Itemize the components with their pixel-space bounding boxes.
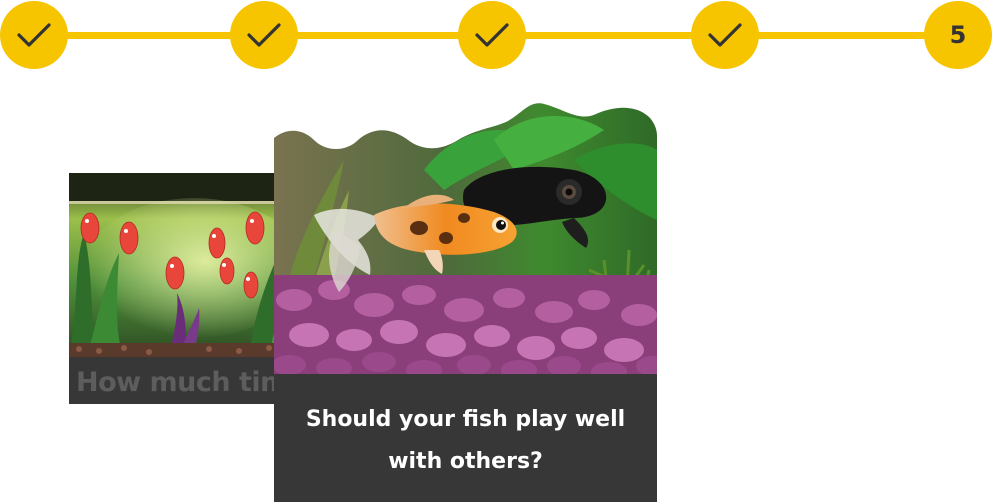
step-1-completed[interactable] [0,1,68,69]
aquarium-parrot-fish-image [69,173,299,357]
step-3-completed[interactable] [458,1,526,69]
check-icon [475,23,509,47]
check-icon [247,23,281,47]
question-card-previous[interactable]: How much time [69,173,299,404]
step-number: 5 [949,21,967,49]
question-caption: Should your fish play well with others? [274,374,657,502]
progress-stepper: 5 [0,0,994,72]
goldfish-aquarium-image [274,103,657,375]
check-icon [708,23,742,47]
step-5-current[interactable]: 5 [924,1,992,69]
question-title-previous: How much time [76,367,299,398]
question-card-current[interactable]: Should your fish play well with others? [274,100,657,502]
step-4-completed[interactable] [691,1,759,69]
question-title-current: Should your fish play well with others? [305,407,626,474]
step-2-completed[interactable] [230,1,298,69]
check-icon [17,23,51,47]
